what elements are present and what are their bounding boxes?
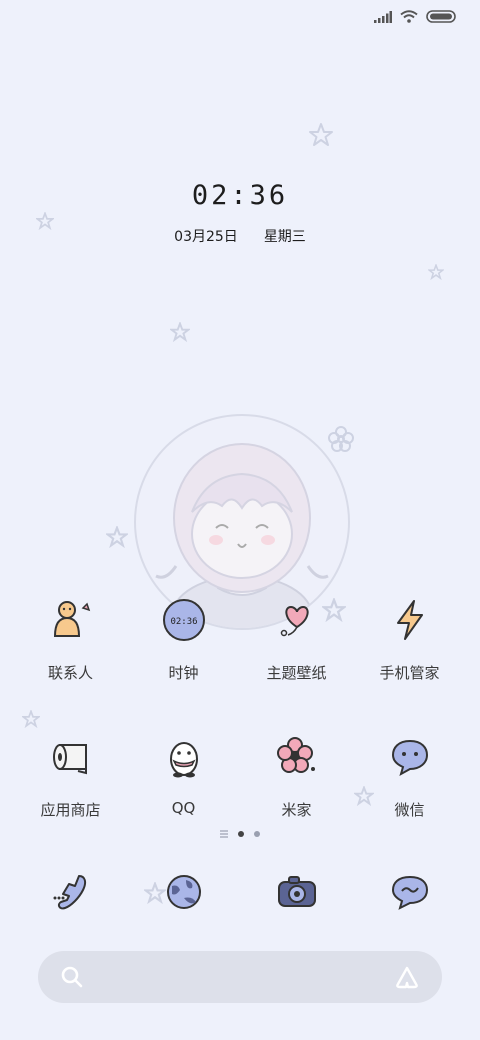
- menu-lines-icon: [220, 830, 228, 838]
- date-text: 03月25日: [174, 229, 238, 245]
- app-clock[interactable]: 02:36 时钟: [134, 590, 234, 683]
- dock-camera[interactable]: [247, 862, 347, 922]
- dock-phone[interactable]: [21, 862, 121, 922]
- star-decoration-icon: [309, 123, 333, 146]
- app-themes[interactable]: 主题壁纸: [247, 590, 347, 683]
- app-label: 时钟: [168, 664, 199, 682]
- star-decoration-icon: [428, 264, 444, 280]
- dock-browser[interactable]: [134, 862, 234, 922]
- penguin-icon: [154, 727, 214, 787]
- flower-icon: [267, 727, 327, 787]
- globe-icon: [154, 862, 214, 922]
- app-label: 主题壁纸: [266, 664, 327, 682]
- app-label: 微信: [394, 801, 425, 819]
- page-dot[interactable]: [254, 831, 260, 837]
- lockscreen-clock[interactable]: 02:36: [0, 180, 480, 211]
- wifi-icon: [400, 10, 418, 23]
- date-row: 03月25日 星期三: [0, 226, 480, 246]
- paper-roll-icon: [41, 727, 101, 787]
- star-decoration-icon: [106, 526, 128, 548]
- assistant-icon[interactable]: [394, 965, 420, 989]
- flower-decoration-icon: [328, 426, 354, 452]
- signal-icon: [374, 10, 392, 23]
- clock-icon-time: 02:36: [170, 617, 197, 627]
- snowman-contacts-icon: [41, 590, 101, 650]
- clock-icon: 02:36: [154, 590, 214, 650]
- star-decoration-icon: [170, 322, 190, 342]
- lightning-icon: [380, 590, 440, 650]
- heart-balloon-icon: [267, 590, 327, 650]
- message-icon: [380, 862, 440, 922]
- app-mijia[interactable]: 米家: [247, 727, 347, 820]
- page-indicator[interactable]: [0, 830, 480, 838]
- search-icon: [61, 966, 83, 988]
- weekday-text: 星期三: [263, 229, 306, 245]
- battery-icon: [426, 10, 456, 23]
- app-grid: 联系人 02:36 时钟 主题壁纸 手机管家 应用商店 QQ 米家 微信: [0, 590, 480, 864]
- app-contacts[interactable]: 联系人: [21, 590, 121, 683]
- chat-bubble-icon: [380, 727, 440, 787]
- status-bar: [374, 10, 456, 23]
- app-store[interactable]: 应用商店: [21, 727, 121, 820]
- app-qq[interactable]: QQ: [134, 727, 234, 820]
- app-label: 联系人: [47, 664, 93, 682]
- app-row: 联系人 02:36 时钟 主题壁纸 手机管家: [0, 590, 480, 683]
- app-security[interactable]: 手机管家: [360, 590, 460, 683]
- app-wechat[interactable]: 微信: [360, 727, 460, 820]
- app-label: 手机管家: [379, 664, 440, 682]
- phone-icon: [41, 862, 101, 922]
- app-label: 应用商店: [40, 801, 101, 819]
- search-bar[interactable]: [38, 951, 442, 1003]
- page-dot-active[interactable]: [238, 831, 244, 837]
- dock-messages[interactable]: [360, 862, 460, 922]
- camera-icon: [267, 862, 327, 922]
- app-label: 米家: [281, 801, 312, 819]
- app-label: QQ: [171, 799, 196, 817]
- dock: [0, 862, 480, 922]
- app-row: 应用商店 QQ 米家 微信: [0, 727, 480, 820]
